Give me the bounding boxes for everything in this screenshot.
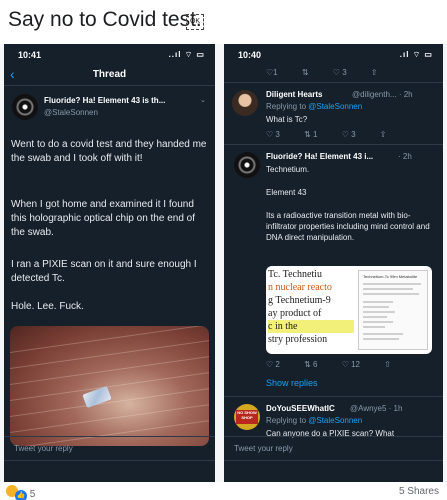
tab-bar	[4, 460, 215, 482]
reply-icon[interactable]: ♡1	[266, 68, 278, 77]
tweet-actions: ♡1 ⇅ ♡ 3 ⇧	[266, 68, 400, 77]
reply-bar[interactable]: Tweet your reply	[4, 436, 215, 460]
post-title: Say no to Covid test.	[8, 8, 202, 31]
tweet-paragraph-3: I ran a PIXIE scan on it and sure enough…	[11, 259, 197, 284]
status-time: 10:41	[18, 50, 42, 60]
swab-photo[interactable]	[10, 326, 209, 446]
divider	[224, 144, 443, 145]
replying-to: Replying to @StaleSonnen	[266, 102, 363, 111]
reply-actions: ♡ 2 ⇅ 6 ♡ 12 ⇧	[266, 360, 413, 369]
reply-author-name[interactable]: Diligent Hearts	[266, 90, 322, 99]
share-icon[interactable]: ⇧	[384, 360, 391, 369]
reply-author-handle[interactable]: @diligenth... · 2h	[352, 90, 413, 99]
avatar[interactable]	[12, 94, 38, 120]
status-bar: 10:41 ..ıl ⌔ ▭	[4, 44, 215, 64]
status-bar: 10:40 .ıl ⌔ ▭	[224, 44, 443, 64]
reply-line-description: Its a radioactive transition metal with …	[266, 211, 430, 242]
avatar[interactable]	[234, 152, 260, 178]
reply-author-name[interactable]: DoYouSEEWhatIC	[266, 404, 335, 413]
ok-emoji-icon: OK	[186, 14, 204, 30]
reaction-count: 5	[29, 489, 36, 500]
tweet-author-handle[interactable]: @StaleSonnen	[44, 108, 98, 117]
replying-to-link[interactable]: @StaleSonnen	[308, 416, 362, 425]
like-reaction-icon: 👍	[15, 490, 27, 500]
like-icon[interactable]: ♡ 3	[342, 130, 356, 139]
thread-nav: ‹ Thread	[4, 64, 215, 86]
reply-input[interactable]: Tweet your reply	[14, 444, 73, 453]
divider	[224, 82, 443, 83]
tweet-author-name[interactable]: Fluoride? Ha! Element 43 is th...	[44, 96, 165, 105]
status-time: 10:40	[238, 50, 262, 60]
thread-title: Thread	[92, 69, 127, 80]
reply-input[interactable]: Tweet your reply	[234, 444, 293, 453]
signal-battery-icon: ..ıl ⌔ ▭	[168, 50, 205, 59]
left-screenshot: 10:41 ..ıl ⌔ ▭ ‹ Thread Fluoride? Ha! El…	[4, 44, 215, 482]
retweet-icon[interactable]: ⇅	[302, 68, 309, 77]
reply-line-element: Element 43	[266, 188, 307, 197]
like-icon[interactable]: ♡ 3	[333, 68, 347, 77]
avatar[interactable]: NO SHOW SHOP	[234, 404, 260, 430]
retweet-icon[interactable]: ⇅ 1	[304, 130, 317, 139]
tab-bar	[224, 460, 443, 482]
reactions[interactable]: 👍 5	[6, 485, 35, 500]
signal-battery-icon: .ıl ⌔ ▭	[399, 50, 433, 59]
reply-bar[interactable]: Tweet your reply	[224, 436, 443, 460]
reply-icon[interactable]: ♡ 2	[266, 360, 280, 369]
avatar[interactable]	[232, 90, 258, 116]
document-thumbnail: Technetium-Tc 99m Metabolite	[358, 270, 428, 350]
reply-text: What is Tc?	[266, 115, 308, 124]
tweet-paragraph-4: Hole. Lee. Fuck.	[11, 301, 84, 312]
retweet-icon[interactable]: ⇅ 6	[304, 360, 317, 369]
reply-author-name[interactable]: Fluoride? Ha! Element 43 i...	[266, 152, 373, 161]
replying-to-link[interactable]: @StaleSonnen	[308, 102, 362, 111]
show-replies-link[interactable]: Show replies	[266, 378, 318, 388]
post-footer: 👍 5 5 Shares	[0, 482, 447, 500]
post-header: Say no to Covid test. OK	[0, 0, 447, 44]
chevron-down-icon[interactable]: ⌄	[200, 96, 206, 104]
reply-time: · 2h	[398, 152, 412, 161]
attached-image[interactable]: Tc. Technetiu n nuclear reacto g Technet…	[266, 266, 432, 354]
reply-actions: ♡ 3 ⇅ 1 ♡ 3 ⇧	[266, 130, 408, 139]
reply-line-technetium: Technetium.	[266, 165, 310, 174]
reply-author-handle[interactable]: @Awnye5 · 1h	[350, 404, 402, 413]
shares-count[interactable]: 5 Shares	[399, 486, 439, 497]
right-screenshot: 10:40 .ıl ⌔ ▭ ♡1 ⇅ ♡ 3 ⇧ Diligent Hearts…	[224, 44, 443, 482]
divider	[224, 396, 443, 397]
image-text: Tc. Technetiu n nuclear reacto g Technet…	[268, 268, 354, 346]
replying-to: Replying to @StaleSonnen	[266, 416, 363, 425]
share-icon[interactable]: ⇧	[371, 68, 378, 77]
tweet-paragraph-1: Went to do a covid test and they handed …	[11, 139, 207, 164]
tweet-paragraph-2: When I got home and examined it I found …	[11, 199, 196, 238]
reply-icon[interactable]: ♡ 3	[266, 130, 280, 139]
like-icon[interactable]: ♡ 12	[342, 360, 360, 369]
share-icon[interactable]: ⇧	[380, 130, 387, 139]
